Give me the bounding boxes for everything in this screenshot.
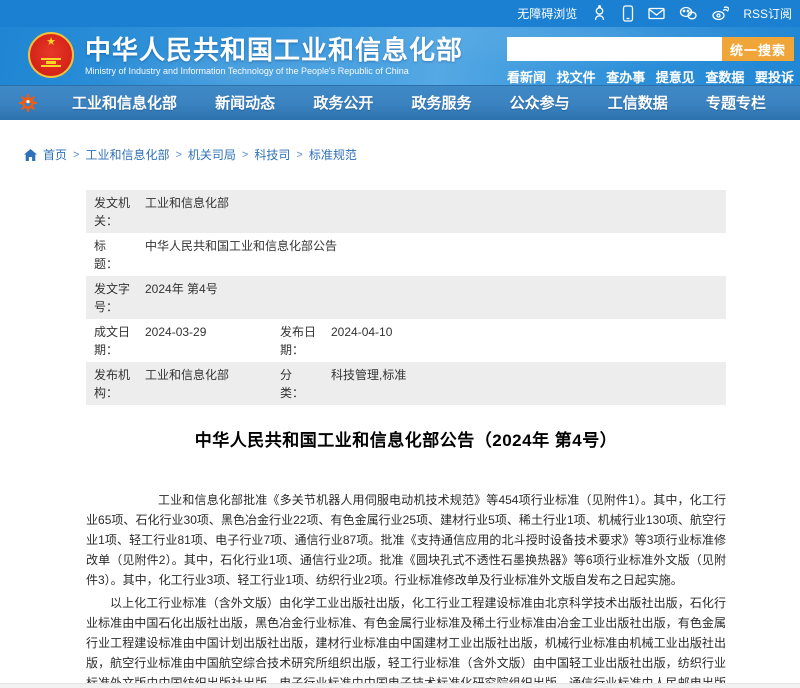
- meta-row-document-number: 发文字号： 2024年 第4号: [86, 276, 726, 319]
- quick-link-news[interactable]: 看新闻: [507, 67, 546, 86]
- mobile-icon[interactable]: [622, 5, 634, 22]
- site-header: ★ 中华人民共和国工业和信息化部 Ministry of Industry an…: [0, 27, 800, 85]
- miit-swirl-icon: [18, 93, 38, 113]
- home-icon[interactable]: [24, 149, 37, 161]
- nav-item-public-participation[interactable]: 公众参与: [510, 92, 570, 113]
- announcement-title: 中华人民共和国工业和信息化部公告（2024年 第4号）: [86, 426, 726, 451]
- search-area: 统一搜索 看新闻 找文件 查办事 提意见 查数据 要投诉: [507, 37, 794, 86]
- wechat-icon[interactable]: [679, 6, 697, 21]
- breadcrumb-separator: >: [242, 149, 248, 161]
- nav-item-gov-services[interactable]: 政务服务: [411, 92, 471, 113]
- quick-link-complaint[interactable]: 要投诉: [755, 67, 794, 86]
- document-content: 发文机关： 工业和信息化部 标 题： 中华人民共和国工业和信息化部公告 发文字号…: [86, 190, 726, 688]
- rss-link[interactable]: RSS订阅: [743, 5, 792, 22]
- announcement-paragraph: 以上化工行业标准（含外文版）由化学工业出版社出版，化工行业工程建设标准由北京科学…: [86, 593, 726, 688]
- site-title-english: Ministry of Industry and Information Tec…: [85, 66, 463, 76]
- meta-label: 发布日期：: [280, 323, 318, 359]
- meta-value: 科技管理,标准: [331, 366, 726, 402]
- nav-item-miit[interactable]: 工业和信息化部: [72, 92, 177, 113]
- breadcrumb-departments[interactable]: 机关司局: [188, 146, 236, 163]
- meta-label: 成文日期：: [94, 323, 132, 359]
- breadcrumb-miit[interactable]: 工业和信息化部: [85, 146, 169, 163]
- top-utility-bar: 无障碍浏览 RSS订阅: [0, 0, 800, 27]
- meta-value: 2024-03-29: [145, 323, 280, 359]
- breadcrumb-separator: >: [296, 149, 302, 161]
- meta-label: 发文字号：: [94, 280, 132, 316]
- meta-row-issuing-authority: 发文机关： 工业和信息化部: [86, 190, 726, 233]
- footer-strip: [0, 683, 800, 688]
- meta-value: 2024-04-10: [331, 323, 726, 359]
- search-input[interactable]: [507, 37, 722, 61]
- breadcrumb-separator: >: [73, 149, 79, 161]
- meta-row-publisher-category: 发布机构： 工业和信息化部 分 类： 科技管理,标准: [86, 362, 726, 405]
- meta-label: 标 题：: [94, 237, 132, 273]
- quick-link-services[interactable]: 查办事: [606, 67, 645, 86]
- meta-value: 工业和信息化部: [145, 194, 726, 230]
- meta-label: 发布机构：: [94, 366, 132, 402]
- nav-item-miit-data[interactable]: 工信数据: [608, 92, 668, 113]
- weibo-icon[interactable]: [711, 6, 729, 21]
- meta-row-title: 标 题： 中华人民共和国工业和信息化部公告: [86, 233, 726, 276]
- nav-item-news[interactable]: 新闻动态: [215, 92, 275, 113]
- breadcrumb: 首页 > 工业和信息化部 > 机关司局 > 科技司 > 标准规范: [24, 146, 800, 163]
- document-meta-table: 发文机关： 工业和信息化部 标 题： 中华人民共和国工业和信息化部公告 发文字号…: [86, 190, 726, 405]
- quick-link-data[interactable]: 查数据: [705, 67, 744, 86]
- nav-item-special-topics[interactable]: 专题专栏: [706, 92, 766, 113]
- mascot-icon[interactable]: [591, 5, 608, 22]
- nav-item-gov-open[interactable]: 政务公开: [313, 92, 373, 113]
- meta-row-dates: 成文日期： 2024-03-29 发布日期： 2024-04-10: [86, 319, 726, 362]
- meta-label: 发文机关：: [94, 194, 132, 230]
- nav-items: 工业和信息化部 新闻动态 政务公开 政务服务 公众参与 工信数据 专题专栏: [72, 92, 766, 113]
- meta-value: 中华人民共和国工业和信息化部公告: [145, 237, 726, 273]
- announcement-body: 工业和信息化部批准《多关节机器人用伺服电动机技术规范》等454项行业标准（见附件…: [86, 490, 726, 688]
- unified-search-button[interactable]: 统一搜索: [722, 37, 794, 61]
- breadcrumb-standards[interactable]: 标准规范: [309, 146, 357, 163]
- site-title: 中华人民共和国工业和信息化部: [85, 35, 463, 65]
- meta-value: 2024年 第4号: [145, 280, 726, 316]
- breadcrumb-home[interactable]: 首页: [43, 146, 67, 163]
- mail-icon[interactable]: [648, 7, 665, 20]
- site-brand[interactable]: ★ 中华人民共和国工业和信息化部 Ministry of Industry an…: [28, 32, 463, 78]
- quick-link-feedback[interactable]: 提意见: [656, 67, 695, 86]
- quick-links: 看新闻 找文件 查办事 提意见 查数据 要投诉: [507, 67, 794, 86]
- meta-label: 分 类：: [280, 366, 318, 402]
- breadcrumb-science-tech[interactable]: 科技司: [254, 146, 290, 163]
- announcement-paragraph: 工业和信息化部批准《多关节机器人用伺服电动机技术规范》等454项行业标准（见附件…: [86, 490, 726, 590]
- meta-value: 工业和信息化部: [145, 366, 280, 402]
- main-nav: 工业和信息化部 新闻动态 政务公开 政务服务 公众参与 工信数据 专题专栏: [0, 85, 800, 120]
- quick-link-documents[interactable]: 找文件: [557, 67, 596, 86]
- accessibility-link[interactable]: 无障碍浏览: [517, 5, 577, 22]
- breadcrumb-separator: >: [175, 149, 181, 161]
- national-emblem-icon: ★: [28, 32, 74, 78]
